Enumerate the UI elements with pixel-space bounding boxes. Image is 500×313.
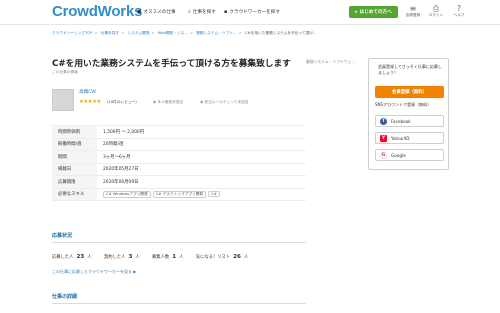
signup-prompt: 会員登録してさっそく仕事に応募しましょう！ — [378, 64, 442, 75]
stat-unit: 人 — [179, 255, 184, 260]
stat-unit: 人 — [135, 255, 140, 260]
bell-icon: ≡ — [409, 4, 417, 13]
table-row: 期間 3ヶ月〜6ヶ月 — [52, 150, 306, 164]
rating-stars: ★★★★★ — [79, 99, 101, 105]
info-icon: ◉ — [153, 100, 157, 104]
breadcrumb-current: C#を用いた業務システムを手伝って頂け… — [244, 31, 317, 35]
first-time-button[interactable]: ▸ はじめての方へ — [349, 6, 398, 18]
review-count[interactable]: (10件のレビュー) — [107, 100, 137, 105]
yahoo-icon: Y — [380, 134, 387, 142]
login-toolbar-button[interactable]: ⎙ ログイン — [425, 4, 447, 18]
users-icon: ▪ — [224, 9, 228, 15]
detail-label: 応募期限 — [52, 175, 97, 189]
stat-value: 26 — [233, 254, 241, 260]
client-name[interactable]: 高橋CW — [79, 89, 96, 95]
stat-unit: 人 — [87, 255, 92, 260]
stat-value: 23 — [76, 254, 85, 260]
stat-unit: 人 — [243, 255, 249, 260]
header-divider — [0, 24, 500, 25]
sns-button-label: Facebook — [391, 118, 411, 124]
login-icon: ⎙ — [432, 4, 440, 13]
application-stats: 応募した人 23 人 契約した人 3 人 募集人数 1 人 気になる！リスト 26 人 — [52, 254, 248, 260]
cta-label: はじめての方へ — [359, 10, 392, 15]
breadcrumb-item[interactable]: クラウドソーシングTOP — [52, 31, 93, 35]
detail-value: 20時間/週 — [97, 137, 306, 151]
stat-label: 応募した人 — [52, 255, 74, 260]
table-row: 応募期限 2020年06月09日 — [52, 175, 306, 189]
detail-label: 必要なスキル — [52, 187, 97, 201]
stat-label: 気になる！リスト — [195, 255, 231, 260]
job-title: C#を用いた業務システムを手伝って頂ける方を募集致します — [52, 59, 291, 69]
breadcrumb-item[interactable]: 業務システム・ソフト… — [196, 31, 236, 35]
toolbar-label: ヘルプ — [453, 13, 465, 17]
toolbar-label: 会員登録 — [405, 13, 421, 17]
job-info-subtitle: この仕事の情報 — [52, 70, 78, 74]
view-applicants-link[interactable]: この仕事に応募したクラウドワーカーを見る ▶ — [52, 269, 136, 275]
stat-label: 募集人数 — [152, 255, 170, 260]
register-button[interactable]: 会員登録（無料） — [375, 86, 444, 98]
detail-label: 期間 — [52, 150, 97, 164]
skill-tags: C# Windowsアプリ開発 C# デスクトップアプリ開発 C# — [97, 187, 306, 201]
nav-recommended-jobs[interactable]: ● オススメの仕事 — [137, 9, 176, 15]
breadcrumb-item[interactable]: Web開発・シス… — [158, 31, 188, 35]
help-toolbar-button[interactable]: ? ヘルプ — [448, 4, 470, 18]
table-row: 稼働時間/週 20時間/週 — [52, 137, 306, 151]
search-icon: ⌕ — [188, 9, 191, 15]
stat-value: 3 — [128, 254, 133, 260]
nav-label: オススメの仕事 — [143, 10, 176, 15]
info-icon: ◉ — [200, 100, 204, 104]
stat-value: 1 — [172, 254, 177, 260]
google-icon: G — [380, 151, 387, 159]
section-divider — [52, 242, 306, 243]
sns-label: SNSアカウントで登録（無料） — [375, 102, 432, 107]
lightbulb-icon: ● — [137, 9, 142, 15]
table-row: 時間単価制 1,500円 〜 2,000円 — [52, 125, 306, 139]
detail-value: 2020年06月09日 — [97, 175, 306, 189]
skill-tag[interactable]: C# デスクトップアプリ開発 — [152, 190, 207, 198]
breadcrumb: クラウドソーシングTOP > 仕事を探す > システム開発 > Web開発・シス… > … — [52, 31, 317, 35]
sns-button-label: Google — [391, 152, 406, 158]
crowdworks-logo[interactable]: CrowdWorks — [52, 3, 142, 20]
detail-label: 稼働時間/週 — [52, 137, 97, 151]
section-divider — [52, 303, 306, 304]
yahoo-signup-button[interactable]: Y Yahoo!ID — [375, 132, 444, 144]
description-heading: 仕事の詳細 — [52, 294, 78, 300]
help-icon: ? — [456, 4, 462, 13]
google-signup-button[interactable]: G Google — [375, 149, 444, 161]
detail-value: 1,500円 〜 2,000円 — [97, 125, 306, 139]
order-rule-status: ◉ 発注ルールチェック未回答 — [200, 100, 249, 104]
sns-button-label: Yahoo!ID — [391, 135, 410, 141]
toolbar-label: ログイン — [428, 13, 444, 17]
skill-tag[interactable]: C# Windowsアプリ開発 — [103, 190, 151, 198]
facebook-icon: f — [380, 117, 387, 125]
job-category[interactable]: 業務システム・ソフトウェ… — [306, 59, 355, 65]
signup-toolbar-button[interactable]: ≡ 会員登録 — [402, 4, 424, 18]
detail-label: 時間単価制 — [52, 125, 97, 139]
detail-value: 3ヶ月〜6ヶ月 — [97, 150, 306, 164]
table-row: 必要なスキル C# Windowsアプリ開発 C# デスクトップアプリ開発 C# — [52, 187, 306, 201]
applications-heading: 応募状況 — [52, 233, 73, 239]
breadcrumb-item[interactable]: システム開発 — [128, 31, 150, 35]
nav-find-jobs[interactable]: ⌕ 仕事を探す — [188, 9, 216, 15]
nav-find-workers[interactable]: ▪ クラウドワーカーを探す — [224, 9, 280, 15]
facebook-signup-button[interactable]: f Facebook — [375, 115, 444, 127]
detail-value: 2020年05月27日 — [97, 162, 306, 176]
nav-label: 仕事を探す — [192, 10, 216, 15]
client-avatar[interactable] — [52, 89, 74, 111]
stat-label: 契約した人 — [103, 255, 126, 260]
breadcrumb-item[interactable]: 仕事を探す — [101, 31, 119, 35]
job-details-table: 時間単価制 1,500円 〜 2,000円 稼働時間/週 20時間/週 期間 3… — [52, 125, 306, 201]
identity-status: ◉ 本人確認未提出 — [153, 100, 184, 104]
beginner-icon: ▸ — [355, 9, 358, 15]
detail-label: 掲載日 — [52, 162, 97, 176]
signup-sidebar: 会員登録してさっそく仕事に応募しましょう！ 会員登録（無料） SNSアカウントで… — [368, 58, 449, 170]
nav-label: クラウドワーカーを探す — [229, 10, 280, 15]
skill-tag[interactable]: C# — [208, 190, 220, 197]
table-row: 掲載日 2020年05月27日 — [52, 162, 306, 176]
